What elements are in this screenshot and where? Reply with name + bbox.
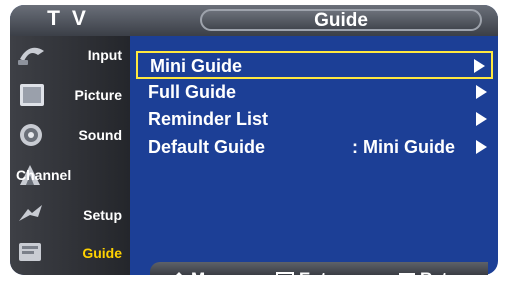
sidebar-item-label: Setup — [83, 207, 122, 223]
menu-item-label: Default Guide — [148, 137, 266, 157]
enter-hint: Enter — [276, 262, 342, 296]
setup-icon — [19, 205, 42, 221]
menu-item-label: Mini Guide — [150, 56, 242, 76]
menu-item-reminder-list[interactable]: Reminder List — [136, 106, 493, 134]
menu-item-mini-guide[interactable]: Mini Guide — [136, 51, 493, 79]
up-down-arrow-icon — [173, 271, 185, 288]
return-icon — [399, 272, 415, 287]
return-hint: Return — [399, 262, 475, 296]
move-label: Move — [191, 269, 235, 288]
chevron-right-icon — [476, 85, 487, 99]
picture-icon — [20, 84, 44, 106]
menu-item-value: : Mini Guide — [352, 137, 455, 157]
sidebar-item-label: Input — [87, 47, 122, 63]
sidebar-item-label: Channel — [16, 167, 72, 183]
menu-item-label: Full Guide — [148, 82, 236, 102]
sidebar-item-guide[interactable]: Guide — [10, 236, 130, 274]
chevron-right-icon — [476, 140, 487, 154]
move-hint: Move — [172, 262, 234, 296]
sidebar-item-picture[interactable]: Picture — [10, 78, 130, 116]
input-icon — [18, 47, 44, 65]
chevron-right-icon — [476, 112, 487, 126]
sidebar-item-label: Sound — [78, 127, 122, 143]
sidebar-item-label: Picture — [74, 87, 122, 103]
sidebar-item-sound[interactable]: Sound — [10, 118, 130, 156]
sidebar-item-setup[interactable]: Setup — [10, 198, 130, 236]
guide-icon — [19, 243, 41, 261]
return-label: Return — [420, 269, 475, 288]
sidebar-item-channel[interactable]: Channel — [10, 158, 130, 196]
sidebar: Input Picture Sound Channel Setup Guide — [10, 36, 130, 275]
guide-menu-window: T V Guide Input Picture Sound Channel Se… — [10, 5, 498, 275]
menu-item-label: Reminder List — [148, 109, 269, 129]
menu-title: Guide — [314, 10, 368, 31]
category-label: T V — [47, 7, 89, 30]
enter-icon — [276, 271, 294, 288]
menu-item-full-guide[interactable]: Full Guide — [136, 79, 493, 107]
sound-icon — [20, 124, 42, 146]
sidebar-item-label: Guide — [82, 245, 122, 261]
enter-label: Enter — [299, 269, 343, 288]
menu-item-default-guide[interactable]: Default Guide : Mini Guide — [136, 134, 493, 162]
sidebar-item-input[interactable]: Input — [10, 38, 130, 76]
menu-title-pill: Guide — [200, 9, 482, 31]
guide-options-list: Mini Guide Full Guide Reminder List Defa… — [130, 36, 498, 275]
chevron-right-icon — [474, 59, 485, 73]
title-bar: T V Guide — [10, 5, 498, 36]
tv-osd-screen: T V Guide Input Picture Sound Channel Se… — [0, 0, 510, 299]
